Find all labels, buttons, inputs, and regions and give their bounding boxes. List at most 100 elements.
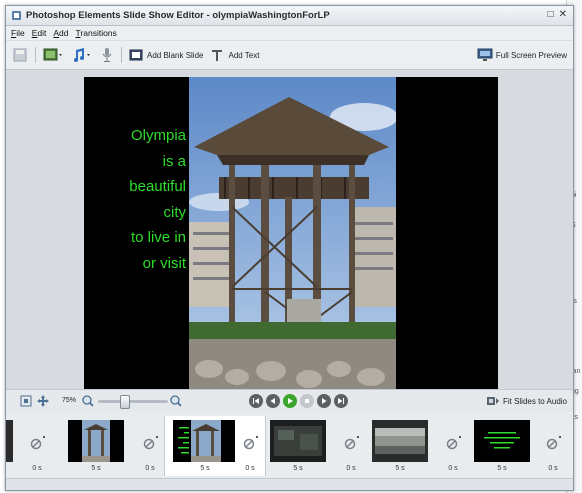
slide-preview-area: Olympia is a beautiful city to live in o…	[6, 70, 573, 389]
add-blank-slide-label: Add Blank Slide	[147, 50, 204, 60]
fit-to-window-icon[interactable]	[20, 395, 32, 407]
full-screen-preview-label: Full Screen Preview	[495, 50, 567, 60]
full-screen-preview-button[interactable]: Full Screen Preview	[477, 48, 567, 62]
add-text-button[interactable]: Add Text	[210, 48, 259, 62]
slide-thumbnail[interactable]	[173, 420, 235, 462]
last-slide-button[interactable]	[334, 394, 348, 408]
skip-end-icon	[338, 398, 344, 404]
slide-text-line: beautiful	[129, 178, 186, 196]
menu-transitions[interactable]: Transitions	[76, 28, 117, 38]
previous-icon	[270, 398, 275, 404]
add-media-button[interactable]	[43, 47, 65, 63]
next-slide-button[interactable]	[317, 394, 331, 408]
add-blank-slide-button[interactable]: Add Blank Slide	[129, 48, 203, 62]
no-transition-icon[interactable]	[446, 438, 458, 450]
transition-menu-dot	[357, 436, 359, 438]
no-transition-icon[interactable]	[243, 438, 255, 450]
menu-file[interactable]: File	[11, 28, 25, 38]
zoom-out-icon[interactable]	[82, 395, 94, 407]
slide-thumbnail[interactable]	[270, 420, 326, 462]
slide-text-block[interactable]: Olympia is a beautiful city to live in o…	[84, 123, 186, 277]
no-transition-icon[interactable]	[143, 438, 155, 450]
slide-text-line: city	[163, 203, 187, 221]
transition-menu-dot	[156, 436, 158, 438]
play-icon	[288, 398, 293, 404]
stop-icon	[305, 399, 309, 403]
add-text-label: Add Text	[228, 50, 260, 60]
add-media-icon	[43, 48, 62, 61]
playback-control-bar: 75% Fit Slides to Audio	[6, 389, 573, 413]
slide-thumbnail[interactable]	[68, 420, 124, 462]
slide-duration[interactable]: 5 s	[165, 465, 245, 472]
slide-duration[interactable]: 5 s	[258, 465, 338, 472]
fit-slides-to-audio-label: Fit Slides to Audio	[502, 396, 567, 406]
music-note-icon	[74, 48, 90, 62]
slide-thumbnail[interactable]	[372, 420, 428, 462]
tower-photo[interactable]	[189, 77, 396, 389]
toolbar-divider	[35, 47, 36, 63]
transition-menu-dot	[459, 436, 461, 438]
move-icon[interactable]	[37, 395, 49, 407]
toolbar-divider	[121, 47, 122, 63]
transition-cell: 0 s	[542, 422, 570, 482]
text-tool-icon	[212, 50, 223, 61]
no-transition-icon[interactable]	[344, 438, 356, 450]
menu-add[interactable]: Add	[53, 28, 68, 38]
thumbnail-image	[372, 420, 428, 462]
slide-frame[interactable]: 5 s	[258, 416, 338, 476]
microphone-icon	[102, 48, 112, 62]
transition-duration[interactable]: 0 s	[442, 465, 464, 472]
transition-menu-dot	[43, 436, 45, 438]
menu-bar: File Edit Add Transitions	[6, 26, 573, 40]
close-button[interactable]: ✕	[559, 9, 567, 20]
slide-text-line: or visit	[142, 254, 186, 272]
fit-slides-to-audio-button[interactable]: Fit Slides to Audio	[486, 395, 567, 407]
current-slide[interactable]: Olympia is a beautiful city to live in o…	[84, 77, 498, 389]
next-icon	[322, 398, 327, 404]
save-button[interactable]	[13, 48, 27, 62]
fit-audio-icon	[486, 397, 499, 405]
window-title: Photoshop Elements Slide Show Editor - o…	[26, 10, 330, 21]
app-icon	[12, 11, 21, 20]
transition-duration[interactable]: 0 s	[139, 465, 161, 472]
filmstrip: 0 s 5 s 0 s 5 s 0 s 5 s 0 s 5 s 0 s 5 s …	[6, 412, 573, 478]
slide-duration[interactable]: 5 s	[56, 465, 136, 472]
zoom-level: 75%	[62, 397, 77, 404]
transition-duration[interactable]: 0 s	[340, 465, 362, 472]
monitor-icon	[477, 48, 493, 61]
transition-menu-dot	[559, 436, 561, 438]
slide-thumbnail[interactable]	[474, 420, 530, 462]
slide-text-line: Olympia	[130, 127, 186, 144]
slide-duration[interactable]: 5 s	[462, 465, 542, 472]
zoom-slider-track[interactable]	[98, 400, 168, 403]
transition-cell: 0 s	[139, 422, 167, 482]
playback-buttons	[249, 394, 348, 408]
slide-frame[interactable]: 5 s	[360, 416, 440, 476]
thumbnail-image	[173, 420, 235, 462]
status-bar	[6, 478, 573, 490]
no-transition-icon[interactable]	[546, 438, 558, 450]
narration-button[interactable]	[101, 47, 113, 63]
transition-duration[interactable]: 0 s	[542, 465, 564, 472]
thumbnail-image	[474, 420, 530, 462]
slide-text-line: is a	[162, 152, 186, 170]
add-audio-button[interactable]	[72, 47, 94, 63]
first-slide-button[interactable]	[249, 394, 263, 408]
slide-frame[interactable]: 5 s	[56, 416, 136, 476]
slide-duration[interactable]: 5 s	[360, 465, 440, 472]
transition-cell: 0 s	[26, 422, 54, 482]
title-bar[interactable]: Photoshop Elements Slide Show Editor - o…	[6, 6, 573, 26]
thumbnail-image	[270, 420, 326, 462]
transition-duration[interactable]: 0 s	[26, 465, 48, 472]
zoom-in-icon[interactable]	[170, 395, 182, 407]
zoom-slider-thumb[interactable]	[120, 395, 130, 409]
previous-slide-button[interactable]	[266, 394, 280, 408]
slide-frame[interactable]: 5 s	[462, 416, 542, 476]
play-button[interactable]	[283, 394, 297, 408]
no-transition-icon[interactable]	[30, 438, 42, 450]
save-icon	[13, 48, 27, 62]
maximize-button[interactable]: □	[548, 9, 554, 20]
stop-button[interactable]	[300, 394, 314, 408]
menu-edit[interactable]: Edit	[32, 28, 47, 38]
partial-slide-thumbnail[interactable]	[6, 420, 13, 462]
